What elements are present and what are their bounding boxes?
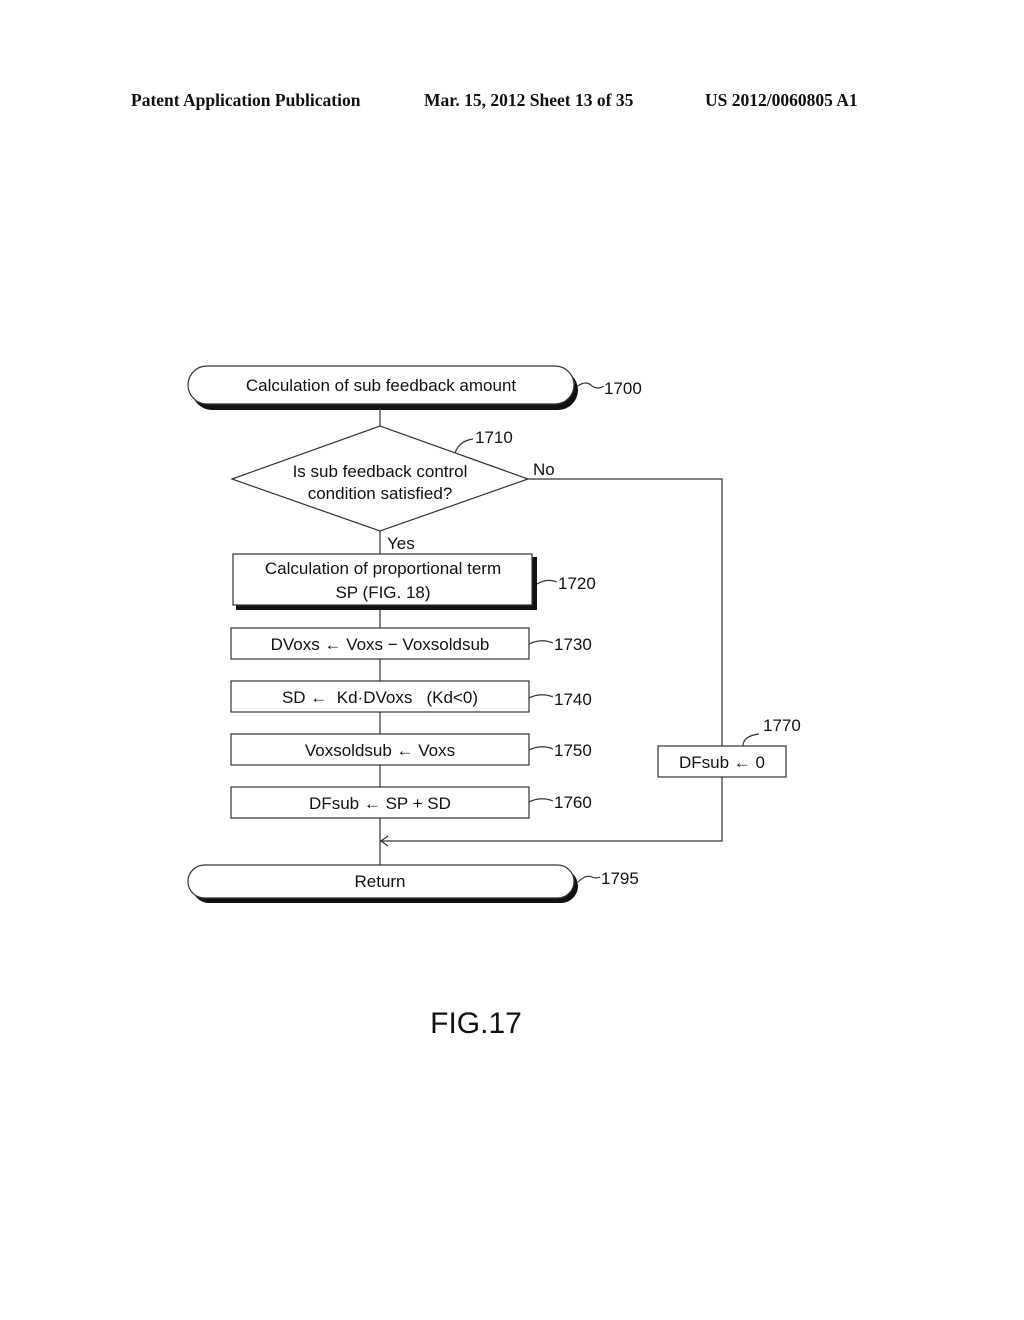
step-1720-line2: SP (FIG. 18) [335, 583, 430, 602]
process-step-1740: SD ← Kd·DVoxs (Kd<0) [230, 680, 530, 713]
ref-1750: 1750 [554, 741, 592, 760]
step-1760-text: DFsub ← SP + SD [309, 794, 451, 813]
ref-leader-1760 [528, 798, 554, 803]
ref-leader-1710 [454, 438, 474, 454]
ref-1795: 1795 [601, 869, 639, 888]
decision-text-line1: Is sub feedback control [293, 462, 468, 481]
ref-leader-1700 [577, 382, 605, 389]
ref-1770: 1770 [763, 716, 801, 735]
no-label: No [533, 460, 555, 479]
process-step-1760: DFsub ← SP + SD [230, 786, 530, 819]
ref-leader-1740 [528, 694, 554, 699]
process-step-1730: DVoxs ← Voxs − Voxsoldsub [230, 627, 530, 660]
ref-leader-1730 [528, 640, 554, 645]
start-label: Calculation of sub feedback amount [246, 376, 517, 395]
ref-1700: 1700 [604, 379, 642, 398]
flowchart: Calculation of sub feedback amount 1700 … [187, 365, 801, 1040]
decision-text-line2: condition satisfied? [308, 484, 453, 503]
end-label: Return [354, 872, 405, 891]
ref-1720: 1720 [558, 574, 596, 593]
step-1750-text: Voxsoldsub ← Voxs [305, 741, 455, 760]
step-1730-text: DVoxs ← Voxs − Voxsoldsub [271, 635, 490, 654]
step-1720-line1: Calculation of proportional term [265, 559, 501, 578]
end-terminal: Return [187, 864, 578, 903]
ref-1710: 1710 [475, 428, 513, 447]
process-step-1770: DFsub ← 0 [657, 745, 787, 778]
ref-1740: 1740 [554, 690, 592, 709]
ref-leader-1750 [528, 746, 554, 751]
step-1740-text: SD ← Kd·DVoxs (Kd<0) [282, 688, 478, 707]
start-terminal: Calculation of sub feedback amount [187, 365, 578, 410]
ref-1760: 1760 [554, 793, 592, 812]
ref-leader-1720 [536, 579, 558, 585]
ref-1730: 1730 [554, 635, 592, 654]
step-1770-text: DFsub ← 0 [679, 753, 765, 772]
process-step-1720: Calculation of proportional term SP (FIG… [232, 553, 537, 610]
figure-label: FIG.17 [430, 1007, 522, 1040]
process-step-1750: Voxsoldsub ← Voxs [230, 733, 530, 766]
ref-leader-1795 [577, 875, 601, 883]
ref-leader-1770 [742, 733, 760, 747]
yes-label: Yes [387, 534, 415, 553]
